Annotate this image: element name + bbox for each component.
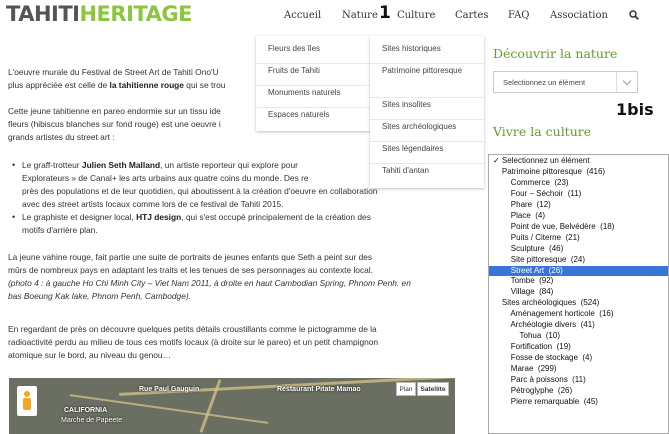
menu-item-fleurs[interactable]: Fleurs des îles (256, 42, 370, 64)
select-option[interactable]: Commerce (23) (489, 178, 668, 189)
nature-select[interactable]: Selectionnez un élément (493, 71, 638, 93)
chevron-down-icon (616, 72, 637, 92)
map-label-street: Rue Paul Gauguin (139, 386, 200, 393)
map-widget[interactable]: Rue Paul Gauguin Restaurant Pitate Mamao… (9, 378, 455, 434)
map-label-california: CALIFORNIA (64, 407, 108, 414)
select-option[interactable]: Fosse de stockage (4) (489, 353, 668, 364)
culture-dropdown-menu: Sites historiques Patrimoine pittoresque… (370, 36, 484, 188)
nav-item-culture[interactable]: Culture (397, 10, 435, 21)
select-option[interactable]: Village (84) (489, 287, 668, 298)
paragraph-line: mûrs de nombreux pays en adaptant les tr… (8, 265, 373, 275)
nature-dropdown-menu: Fleurs des îles Fruits de Tahiti Monumen… (256, 36, 370, 131)
list-item-line: motifs d'arrière plan. (22, 225, 98, 235)
select-option[interactable]: Tombe (92) (489, 276, 668, 287)
select-option[interactable]: Site pittoresque (24) (489, 255, 668, 266)
select-option[interactable]: Parc à poissons (11) (489, 375, 668, 386)
select-option[interactable]: Point de vue, Belvédère (18) (489, 222, 668, 233)
select-option[interactable]: Archéologie divers (41) (489, 320, 668, 331)
nav-item-nature[interactable]: Nature (342, 10, 378, 21)
menu-item-monuments[interactable]: Monuments naturels (256, 86, 370, 108)
select-option[interactable]: Sculpture (46) (489, 244, 668, 255)
menu-item-sites-historiques[interactable]: Sites historiques (370, 42, 484, 64)
select-option[interactable]: Pierre remarquable (45) (489, 397, 668, 408)
menu-item-sites-legendaires[interactable]: Sites légendaires (370, 142, 484, 164)
menu-item-fruits[interactable]: Fruits de Tahiti (256, 64, 370, 86)
select-option[interactable]: Four – Séchoir (11) (489, 189, 668, 200)
select-option[interactable]: Place (4) (489, 211, 668, 222)
nav-item-faq[interactable]: FAQ (508, 10, 530, 21)
select-option[interactable]: Phare (12) (489, 200, 668, 211)
select-option[interactable]: Sites archéologiques (524) (489, 298, 668, 309)
nav-item-accueil[interactable]: Accueil (284, 10, 321, 21)
select-option[interactable]: Patrimoine pittoresque (416) (489, 167, 668, 178)
paragraph-line: La jeune vahine rouge, fait partie une s… (8, 252, 373, 262)
site-header: TAHITIHERITAGE Accueil Nature Culture Ca… (0, 0, 669, 34)
street-view-pegman-icon[interactable] (17, 386, 37, 416)
menu-item-patrimoine[interactable]: Patrimoine pittoresque (370, 64, 484, 98)
paragraph-line: En regardant de près on découvre quelque… (8, 324, 377, 334)
nav-item-association[interactable]: Association (550, 10, 608, 21)
select-option[interactable]: Fortification (19) (489, 342, 668, 353)
menu-item-espaces[interactable]: Espaces naturels (256, 108, 370, 130)
menu-item-sites-insolites[interactable]: Sites insolites (370, 98, 484, 120)
menu-item-sites-archeologiques[interactable]: Sites archéologiques (370, 120, 484, 142)
map-plan-button[interactable]: Plan (396, 382, 416, 396)
search-icon[interactable] (629, 10, 639, 20)
nav-item-cartes[interactable]: Cartes (455, 10, 488, 21)
map-label-marche: Marche de Papeete (61, 417, 123, 424)
annotation-marker-1bis: 1bis (616, 100, 654, 119)
list-item-line: près des populations et de leur quotidie… (22, 186, 378, 196)
select-option[interactable]: Tohua (10) (489, 331, 668, 342)
menu-item-tahiti-antan[interactable]: Tahiti d'antan (370, 164, 484, 186)
select-option[interactable]: Street Art (26) (489, 265, 668, 277)
paragraph-line: bas Boeung Kak lake, Phnom Penh, Cambodg… (8, 291, 191, 301)
select-option[interactable]: Marae (299) (489, 364, 668, 375)
list-item: Le graphiste et designer local, HTJ desi… (12, 211, 477, 224)
culture-section-title: Vivre la culture (493, 124, 592, 139)
select-option[interactable]: Pétroglyphe (26) (489, 386, 668, 397)
map-satellite-button[interactable]: Satellite (417, 382, 449, 396)
list-item-line: avec des street artists locaux comme lor… (22, 199, 284, 209)
annotation-marker-1: 1 (379, 3, 391, 23)
select-option[interactable]: ✓ Selectionnez un élément (489, 156, 668, 167)
map-label-restaurant: Restaurant Pitate Mamao (277, 386, 361, 393)
paragraph-line: (photo 4 : à gauche Ho Chi Minh City – V… (8, 278, 411, 288)
list-item-line: Explorateurs » de Canal+ les arts urbain… (22, 173, 309, 183)
paragraph-line: atomique sur le bord, au niveau du genou… (8, 350, 171, 360)
culture-select-listbox[interactable]: ✓ Selectionnez un élément Patrimoine pit… (488, 154, 669, 434)
select-option[interactable]: Aménagement horticole (16) (489, 309, 668, 320)
nature-select-value: Selectionnez un élément (503, 78, 586, 87)
main-nav: Accueil Nature Culture Cartes FAQ Associ… (0, 10, 669, 24)
select-option[interactable]: Puits / Citerne (21) (489, 233, 668, 244)
nature-section-title: Découvrir la nature (493, 46, 618, 61)
paragraph-line: radioactivité perdu au milieu de tous ce… (8, 337, 379, 347)
